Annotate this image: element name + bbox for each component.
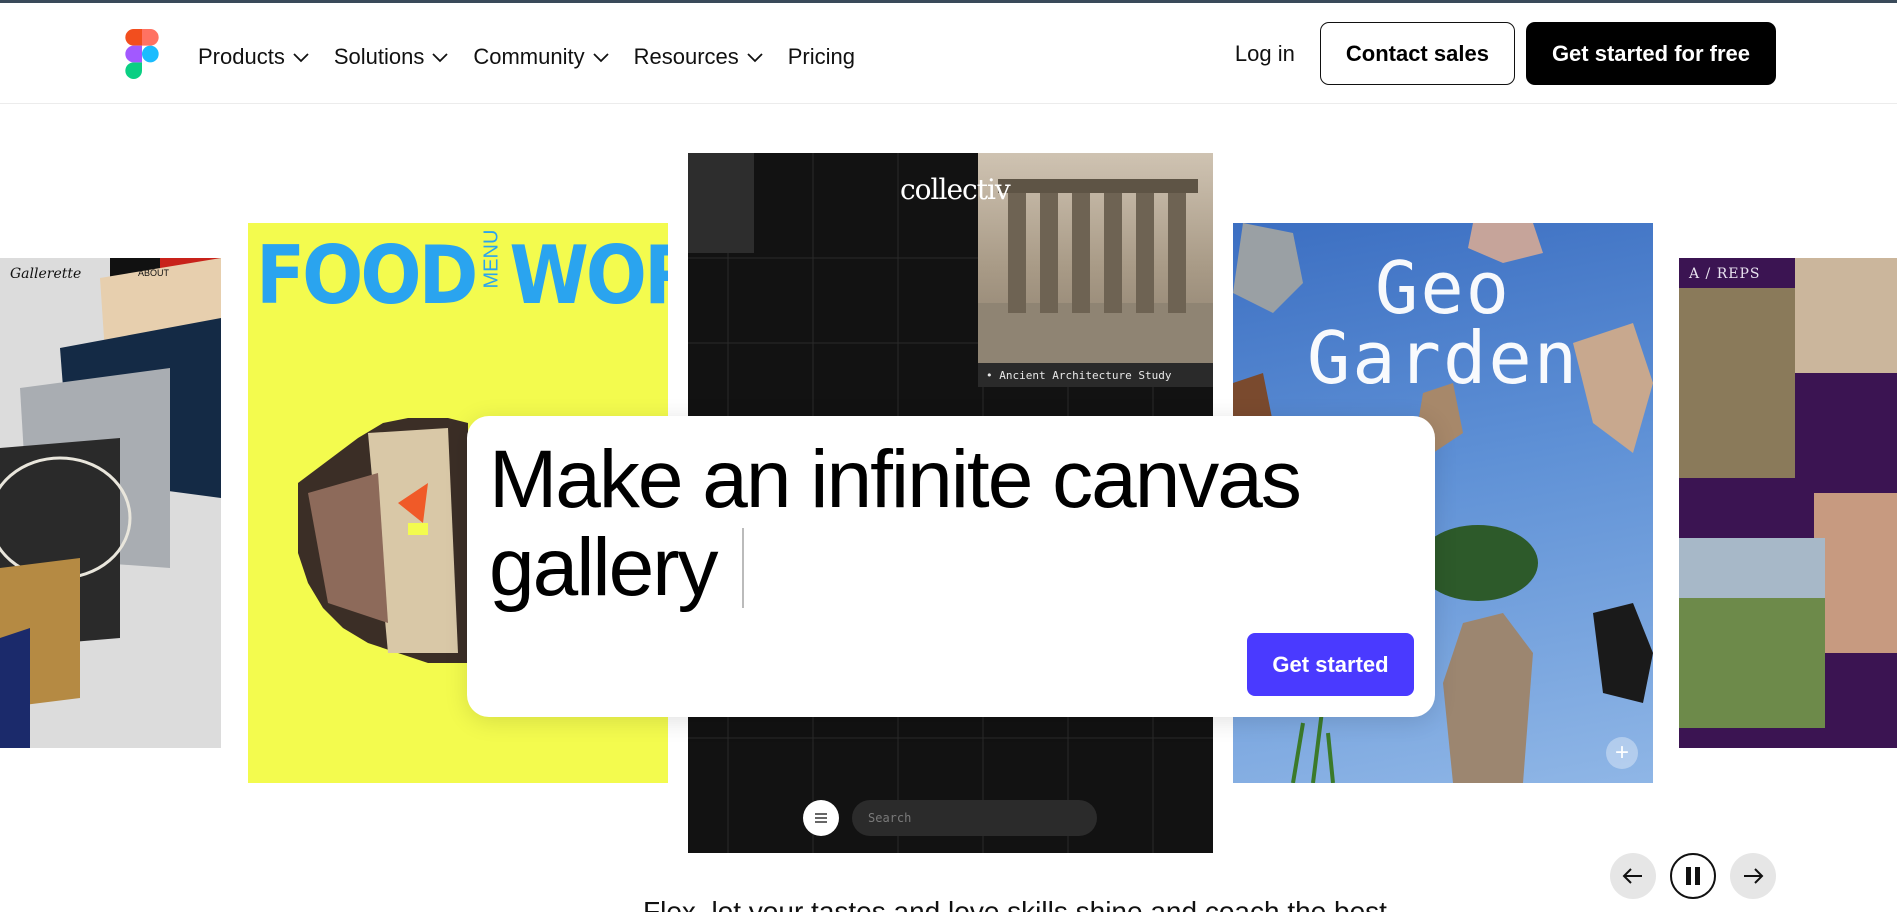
- contact-sales-button[interactable]: Contact sales: [1319, 22, 1515, 85]
- chevron-down-icon: [592, 53, 609, 63]
- nav-item-label: Pricing: [787, 44, 855, 69]
- text-cursor: [742, 528, 744, 608]
- gallery-card-a-reps[interactable]: A / REPS: [1679, 258, 1897, 748]
- nav-item-solutions[interactable]: Solutions: [334, 44, 450, 70]
- gallery-card-gallerette[interactable]: Gallerette ABOUT: [0, 258, 221, 748]
- arrow-right-icon: [1744, 868, 1764, 884]
- collectiv-caption-text: Ancient Architecture Study: [999, 369, 1172, 382]
- carousel-prev-button[interactable]: [1610, 853, 1656, 899]
- top-navigation: Products Solutions Community Resources P…: [0, 3, 1897, 104]
- get-started-button[interactable]: Get started: [1247, 633, 1414, 696]
- chevron-down-icon: [747, 53, 763, 63]
- nav-item-community[interactable]: Community: [473, 44, 609, 70]
- gallerette-about-link: ABOUT: [138, 268, 170, 278]
- collectiv-search-input[interactable]: Search: [852, 800, 1097, 836]
- ancient-architecture-photo: [978, 153, 1213, 363]
- nav-item-resources[interactable]: Resources: [634, 44, 764, 70]
- hero-subheading: Flex, let your tastes and love skills sh…: [643, 896, 1387, 912]
- nav-item-pricing[interactable]: Pricing: [788, 44, 855, 70]
- a-reps-title: A / REPS: [1689, 266, 1761, 282]
- nav-item-label: Community: [473, 44, 585, 69]
- arrow-left-icon: [1622, 868, 1642, 884]
- nav-item-label: Solutions: [333, 44, 425, 69]
- pause-icon: [1686, 867, 1700, 885]
- geo-garden-line-2: Garden: [1306, 316, 1580, 400]
- carousel-next-button[interactable]: [1730, 853, 1776, 899]
- main-menu: Products Solutions Community Resources P…: [198, 37, 879, 77]
- chevron-down-icon: [293, 53, 309, 63]
- collectiv-logo: collectiv: [900, 173, 1011, 206]
- plus-icon[interactable]: +: [1606, 737, 1638, 769]
- figma-logo-icon[interactable]: [124, 29, 160, 79]
- gallerette-artwork-image: [0, 258, 221, 748]
- a-reps-photos-image: [1679, 258, 1897, 728]
- carousel-pause-button[interactable]: [1670, 853, 1716, 899]
- caption-dot-icon: •: [986, 369, 1000, 382]
- menu-icon[interactable]: [803, 800, 839, 836]
- nav-actions: Log in Contact sales Get started for fre…: [1235, 22, 1776, 85]
- hero-card: Make an infinite canvas gallery Get star…: [467, 416, 1435, 717]
- get-started-free-button[interactable]: Get started for free: [1525, 22, 1776, 85]
- geo-garden-title: Geo Garden: [1293, 252, 1593, 394]
- gallerette-title: Gallerette: [10, 266, 82, 282]
- hero-headline: Make an infinite canvas gallery: [489, 434, 1302, 613]
- nav-item-label: Products: [198, 44, 285, 69]
- nav-item-label: Resources: [633, 44, 739, 69]
- nav-item-products[interactable]: Products: [198, 44, 310, 70]
- chevron-down-icon: [432, 53, 448, 63]
- collectiv-caption: • Ancient Architecture Study: [978, 363, 1213, 387]
- login-link[interactable]: Log in: [1235, 41, 1295, 67]
